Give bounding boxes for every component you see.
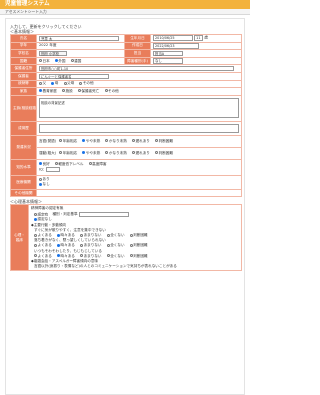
address-label: 保護者住所 bbox=[10, 64, 37, 73]
other-label: その他機関 bbox=[10, 188, 37, 198]
app-title: 児童管理システム bbox=[0, 0, 250, 9]
nationality-option[interactable]: 外国 bbox=[54, 59, 66, 63]
nationality-label: 国籍 bbox=[10, 56, 37, 66]
nationality-option[interactable]: 日本 bbox=[39, 59, 50, 63]
disability-label: 障害種別(手) bbox=[124, 56, 151, 66]
iq-group: 良好 軽度低下レベル 高度障害 IQ： bbox=[36, 158, 242, 176]
psych-table: 心理・臨床 精神障害の認定有無 認定有 種別・判定基準 認定なし ◆主要行動・多… bbox=[10, 204, 242, 272]
worker-label: 担当 bbox=[124, 49, 151, 58]
family-label: 家族 bbox=[10, 87, 37, 96]
family-option[interactable]: その他 bbox=[104, 89, 119, 93]
guardian-label: 保護者 bbox=[10, 71, 37, 81]
page-subtitle: アセスメントシート入力 bbox=[0, 9, 250, 15]
age-input[interactable]: 11 bbox=[194, 35, 204, 41]
family-option[interactable]: 養育家庭 bbox=[39, 89, 57, 93]
dev-row2: 運動(粗大) 年齢相応 やや未熟 かなり未熟 遅れあり 判断困難 bbox=[36, 146, 242, 160]
nationality-option[interactable]: 重国 bbox=[70, 59, 81, 63]
medical-group: あり なし bbox=[36, 174, 242, 190]
iq-label: 知的水準 bbox=[10, 158, 37, 176]
relation-option[interactable]: 父母 bbox=[63, 81, 74, 85]
family-option[interactable]: 施設 bbox=[62, 89, 73, 93]
disability-input[interactable]: なし bbox=[153, 58, 183, 64]
dev-row1: 言語(発語) 年齢相応 やや未熟 かなり未熟 遅れあり 判断困難 bbox=[36, 134, 242, 148]
relation-option[interactable]: 母 bbox=[51, 81, 58, 85]
psych-side-label: 心理・臨床 bbox=[10, 204, 29, 272]
family-radio-group: 養育家庭 施設 保護者死亡 その他 bbox=[36, 87, 242, 96]
development-label: 発達状況 bbox=[10, 134, 37, 160]
relation-radio-group: 父 母 父母 その他 bbox=[36, 79, 242, 89]
worker-input[interactable]: 担当A bbox=[153, 50, 183, 57]
basic-info-table: 氏名 児童 太 生年月日 2010/06/25 11 歳 学年 2022 年度 … bbox=[10, 34, 242, 198]
grade-label: 学年 bbox=[10, 41, 37, 51]
history-textarea[interactable] bbox=[39, 123, 239, 133]
birth-input[interactable]: 2010/06/25 bbox=[153, 35, 193, 41]
birth-label: 生年月日 bbox=[124, 34, 151, 43]
relation-option[interactable]: その他 bbox=[79, 81, 94, 85]
main-complaint-label: 主訴(相談経路) bbox=[10, 94, 37, 122]
relation-option[interactable]: 父 bbox=[39, 81, 46, 85]
name-label: 氏名 bbox=[10, 34, 37, 43]
guardian-input[interactable]: にんぐ一と保護者名 bbox=[39, 73, 109, 79]
history-label: 成育歴 bbox=[10, 120, 37, 136]
school-label: 学校名 bbox=[10, 49, 37, 58]
main-complaint-textarea[interactable]: 相談の背景記述 bbox=[39, 98, 239, 119]
entry-date-input[interactable]: 2022/06/23 bbox=[153, 43, 199, 49]
address-input[interactable]: 別府市○○町1-10 bbox=[39, 65, 234, 72]
nationality-radio-group: 日本 外国 重国 bbox=[36, 56, 125, 66]
medical-label: 医療機関 bbox=[10, 174, 37, 190]
relation-label: 続柄等 bbox=[10, 79, 37, 89]
entry-date-label: 作成日 bbox=[124, 41, 151, 51]
assessment-form: 入力して、更新をクリックしてください ＜基本情報＞ 氏名 児童 太 生年月日 2… bbox=[5, 18, 245, 395]
grade-value: 2022 年度 bbox=[39, 43, 57, 48]
name-input[interactable]: 児童 太 bbox=[39, 35, 119, 41]
cert-detail-input[interactable] bbox=[78, 211, 129, 217]
family-option[interactable]: 保護者死亡 bbox=[77, 89, 99, 93]
iq-input[interactable] bbox=[46, 166, 61, 173]
age-unit: 歳 bbox=[204, 36, 208, 41]
school-select[interactable]: 別府 小学校 bbox=[39, 50, 67, 57]
